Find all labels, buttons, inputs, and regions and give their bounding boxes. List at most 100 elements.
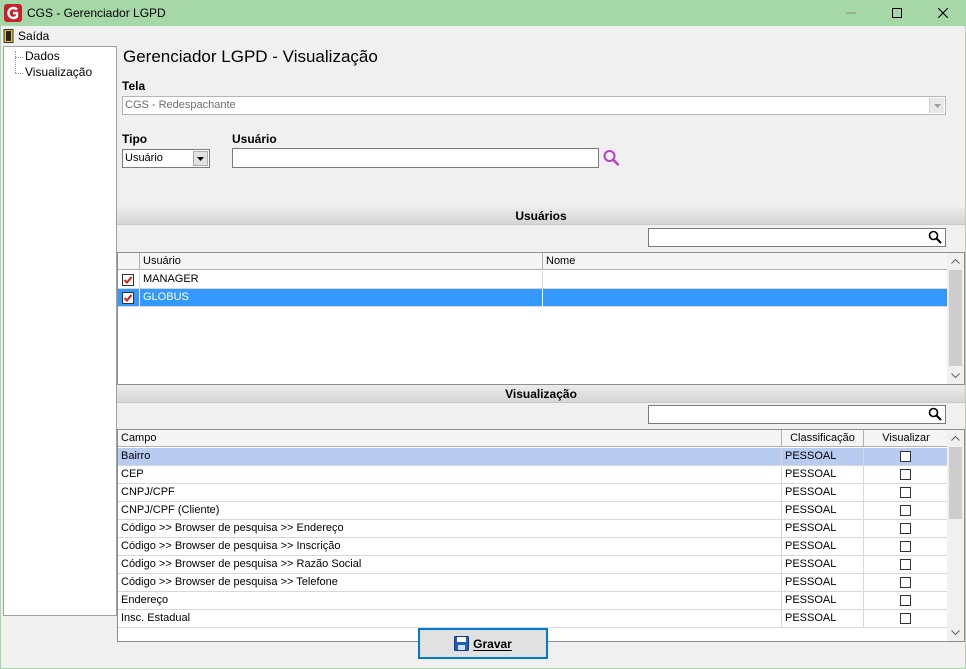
row-check-cell: [118, 289, 140, 307]
view-grid: Campo Classificação Visualizar Bairro PE…: [117, 429, 965, 642]
cell-classificacao: PESSOAL: [782, 484, 864, 502]
scroll-thumb[interactable]: [949, 270, 962, 366]
row-checkbox[interactable]: [122, 292, 134, 304]
visualizar-checkbox[interactable]: [900, 577, 911, 588]
table-row[interactable]: Endereço PESSOAL: [118, 592, 948, 610]
usuario-label: Usuário: [232, 132, 277, 146]
close-button[interactable]: [920, 0, 966, 26]
cell-classificacao: PESSOAL: [782, 556, 864, 574]
cell-campo: CNPJ/CPF (Cliente): [118, 502, 782, 520]
cell-classificacao: PESSOAL: [782, 574, 864, 592]
tree-connector: [15, 51, 16, 73]
visualizar-checkbox[interactable]: [900, 469, 911, 480]
table-row[interactable]: Insc. Estadual PESSOAL: [118, 610, 948, 628]
minimize-icon: [846, 12, 856, 14]
cell-visualizar: [864, 538, 948, 556]
visualizar-checkbox[interactable]: [900, 595, 911, 606]
cell-visualizar: [864, 556, 948, 574]
table-row[interactable]: Código >> Browser de pesquisa >> Inscriç…: [118, 538, 948, 556]
visualizar-checkbox[interactable]: [900, 541, 911, 552]
maximize-icon: [892, 8, 902, 18]
scroll-down-button[interactable]: [947, 624, 964, 641]
chevron-up-icon: [951, 436, 960, 441]
view-section-header: Visualização: [117, 385, 965, 403]
title-bar[interactable]: CGS - Gerenciador LGPD: [0, 0, 966, 26]
tipo-combo[interactable]: Usuário: [122, 149, 210, 168]
tree-item-dados[interactable]: Dados: [25, 49, 60, 63]
view-grid-scrollbar[interactable]: [947, 430, 964, 641]
maximize-button[interactable]: [874, 0, 920, 26]
cell-visualizar: [864, 466, 948, 484]
users-search-input[interactable]: [648, 228, 946, 247]
table-row[interactable]: CNPJ/CPF (Cliente) PESSOAL: [118, 502, 948, 520]
table-row[interactable]: Código >> Browser de pesquisa >> Telefon…: [118, 574, 948, 592]
lookup-search-icon[interactable]: [602, 149, 622, 167]
table-row[interactable]: CNPJ/CPF PESSOAL: [118, 484, 948, 502]
table-row-selected[interactable]: GLOBUS: [118, 289, 948, 307]
cell-nome: [543, 271, 948, 289]
cell-classificacao: PESSOAL: [782, 520, 864, 538]
cell-classificacao: PESSOAL: [782, 538, 864, 556]
tipo-combo-arrow[interactable]: [193, 151, 208, 166]
save-button-label: Gravar: [473, 636, 512, 651]
header-campo[interactable]: Campo: [118, 430, 782, 447]
cell-classificacao: PESSOAL: [782, 466, 864, 484]
scroll-up-button[interactable]: [947, 430, 964, 447]
table-row[interactable]: Código >> Browser de pesquisa >> Razão S…: [118, 556, 948, 574]
tree-item-visualizacao[interactable]: Visualização: [25, 65, 92, 79]
cell-visualizar: [864, 448, 948, 466]
users-grid-scrollbar[interactable]: [947, 253, 964, 384]
visualizar-checkbox[interactable]: [900, 487, 911, 498]
scroll-thumb[interactable]: [949, 447, 962, 519]
save-button[interactable]: Gravar: [418, 628, 548, 659]
cell-classificacao: PESSOAL: [782, 502, 864, 520]
table-row[interactable]: Código >> Browser de pesquisa >> Endereç…: [118, 520, 948, 538]
cell-campo: Bairro: [118, 448, 782, 466]
chevron-down-icon: [951, 630, 960, 635]
search-icon[interactable]: [928, 230, 942, 244]
check-icon: [123, 294, 133, 302]
users-section-header: Usuários: [117, 207, 965, 225]
cell-campo: Código >> Browser de pesquisa >> Razão S…: [118, 556, 782, 574]
chevron-down-icon: [951, 373, 960, 378]
tipo-combo-value: Usuário: [125, 152, 163, 164]
visualizar-checkbox[interactable]: [900, 505, 911, 516]
visualizar-checkbox[interactable]: [900, 559, 911, 570]
tela-label: Tela: [122, 79, 146, 93]
view-search-input[interactable]: [648, 405, 946, 424]
table-row[interactable]: CEP PESSOAL: [118, 466, 948, 484]
visualizar-checkbox[interactable]: [900, 523, 911, 534]
header-visualizar[interactable]: Visualizar: [864, 430, 948, 447]
header-nome[interactable]: Nome: [543, 253, 948, 270]
table-row-selected[interactable]: Bairro PESSOAL: [118, 448, 948, 466]
scroll-up-button[interactable]: [947, 253, 964, 270]
row-checkbox[interactable]: [122, 274, 134, 286]
exit-door-icon: [3, 28, 14, 43]
header-classificacao[interactable]: Classificação: [782, 430, 864, 447]
search-icon[interactable]: [928, 407, 942, 421]
header-usuario[interactable]: Usuário: [140, 253, 543, 270]
usuario-input[interactable]: [232, 148, 599, 168]
cell-campo: CEP: [118, 466, 782, 484]
page-title: Gerenciador LGPD - Visualização: [123, 47, 378, 66]
visualizar-checkbox[interactable]: [900, 613, 911, 624]
menu-exit[interactable]: Saída: [3, 27, 49, 44]
tela-combo[interactable]: CGS - Redespachante: [122, 96, 946, 115]
cell-campo: Código >> Browser de pesquisa >> Telefon…: [118, 574, 782, 592]
users-grid-header: Usuário Nome: [118, 253, 948, 270]
row-check-cell: [118, 271, 140, 289]
visualizar-checkbox[interactable]: [900, 451, 911, 462]
app-logo-icon: [4, 4, 22, 22]
minimize-button[interactable]: [828, 0, 874, 26]
main-content: Gerenciador LGPD - Visualização Tela CGS…: [117, 45, 965, 642]
tela-combo-arrow[interactable]: [929, 98, 944, 113]
menu-exit-label: Saída: [18, 28, 50, 43]
floppy-disk-icon: [454, 636, 470, 651]
cell-classificacao: PESSOAL: [782, 610, 864, 628]
cell-campo: Insc. Estadual: [118, 610, 782, 628]
table-row[interactable]: MANAGER: [118, 271, 948, 289]
close-icon: [938, 8, 948, 18]
cell-classificacao: PESSOAL: [782, 592, 864, 610]
cell-usuario: MANAGER: [140, 271, 543, 289]
scroll-down-button[interactable]: [947, 367, 964, 384]
